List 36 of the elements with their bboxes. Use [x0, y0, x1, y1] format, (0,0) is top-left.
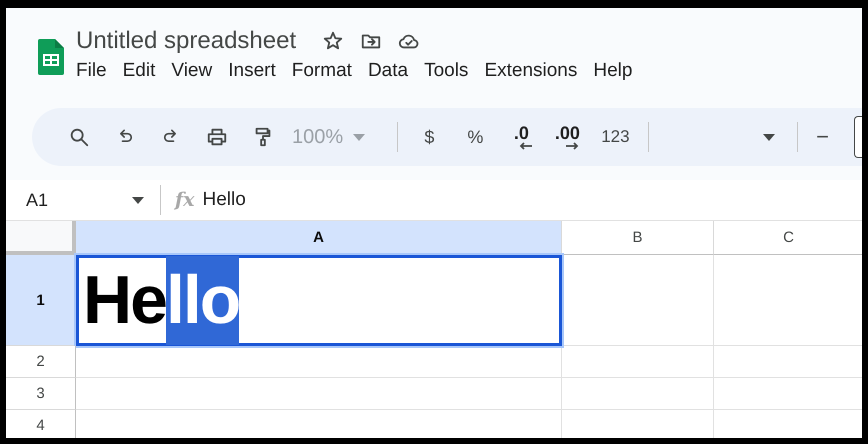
menu-item[interactable]: Tools [416, 58, 476, 84]
star-icon[interactable] [322, 30, 344, 52]
decrease-font-size-button[interactable]: − [806, 119, 840, 155]
menu-item[interactable]: Data [360, 58, 416, 84]
search-icon[interactable] [68, 126, 90, 148]
font-size-field[interactable] [854, 116, 862, 158]
selected-text: llo [166, 256, 240, 345]
percent-format-button[interactable]: % [452, 119, 498, 155]
document-title[interactable]: Untitled spreadsheet [76, 27, 306, 55]
cell-text: He [83, 261, 166, 340]
row-header[interactable]: 2 [6, 346, 76, 378]
name-box[interactable]: A1 [26, 190, 48, 210]
menu-item[interactable]: Insert [220, 58, 284, 84]
increase-decimal-button[interactable]: .00 [554, 124, 580, 142]
row-header[interactable]: 1 [6, 255, 76, 346]
font-dropdown-caret-icon[interactable] [762, 134, 775, 140]
active-cell[interactable]: Hello [76, 255, 562, 346]
menu-item[interactable]: File [68, 58, 115, 84]
currency-format-button[interactable]: $ [406, 119, 452, 155]
column-header[interactable]: A [76, 221, 562, 255]
menu-item[interactable]: Extensions [476, 58, 586, 84]
menu-item[interactable]: Format [284, 58, 360, 84]
formula-input[interactable]: Hello [202, 189, 246, 211]
function-label: fx [175, 189, 195, 211]
menu-item[interactable]: Help [585, 58, 640, 84]
caret-icon [353, 134, 366, 140]
print-icon[interactable] [206, 126, 228, 148]
number-format-button[interactable]: 123 [590, 119, 640, 155]
left-arrow-icon [519, 142, 534, 150]
column-header[interactable]: B [562, 221, 714, 255]
caret-icon[interactable] [132, 196, 144, 204]
row-header[interactable]: 3 [6, 378, 76, 410]
right-arrow-icon [565, 142, 580, 150]
decrease-decimal-button[interactable]: .0 [514, 124, 529, 142]
menu-item[interactable]: Edit [114, 58, 164, 84]
menu-item[interactable]: View [163, 58, 220, 84]
